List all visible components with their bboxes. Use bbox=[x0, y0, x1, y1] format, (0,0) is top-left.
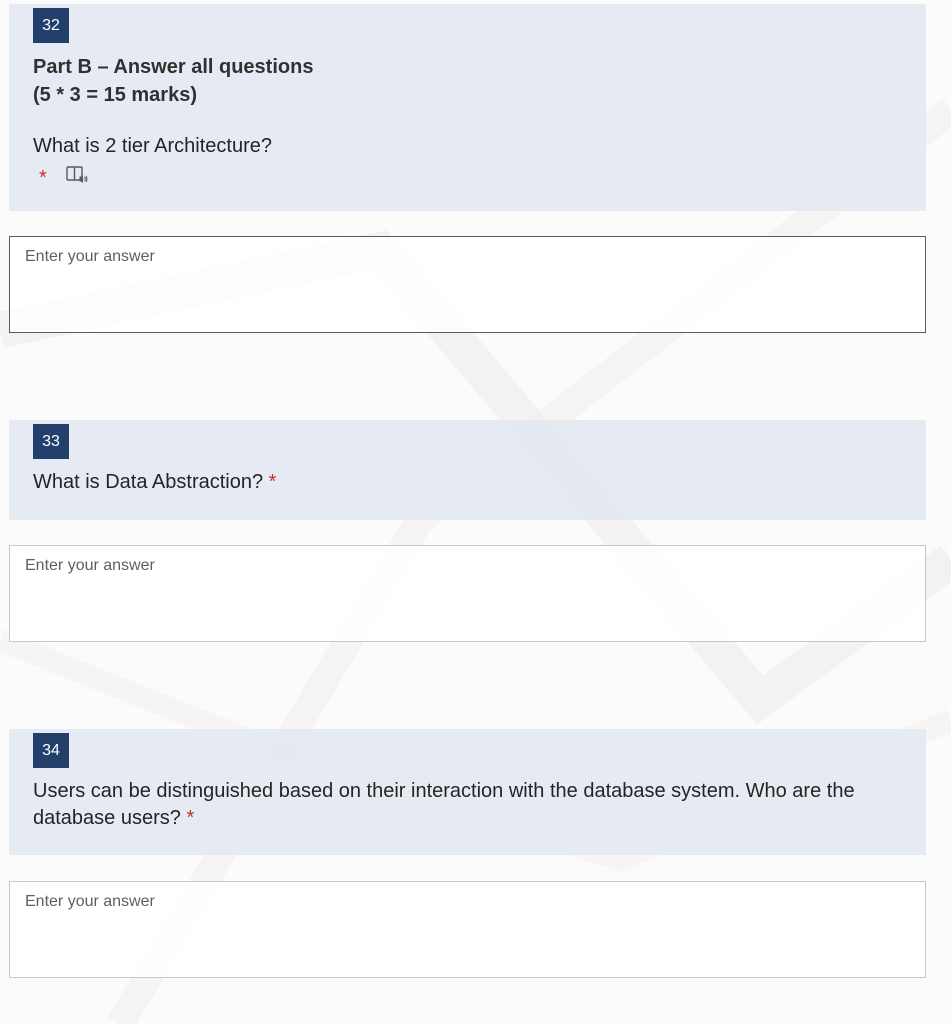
question-text: What is Data Abstraction? * bbox=[33, 469, 896, 496]
question-number-badge: 34 bbox=[33, 733, 69, 768]
question-text-label: What is Data Abstraction? bbox=[33, 471, 264, 493]
answer-input-33[interactable] bbox=[9, 545, 926, 642]
question-text-label: What is 2 tier Architecture? bbox=[33, 135, 272, 157]
section-title: Part B – Answer all questions bbox=[33, 56, 314, 78]
answer-input-32[interactable] bbox=[9, 236, 926, 333]
immersive-reader-icon[interactable] bbox=[65, 164, 89, 191]
question-text-label: Users can be distinguished based on thei… bbox=[33, 780, 855, 829]
required-marker: * bbox=[186, 807, 195, 829]
question-number-badge: 32 bbox=[33, 8, 69, 43]
question-card-34: 34 Users can be distinguished based on t… bbox=[9, 729, 926, 855]
question-text: What is 2 tier Architecture? bbox=[33, 133, 896, 160]
question-card-32: 32 Part B – Answer all questions (5 * 3 … bbox=[9, 4, 926, 211]
required-marker: * bbox=[268, 471, 277, 493]
question-card-33: 33 What is Data Abstraction? * bbox=[9, 420, 926, 520]
section-marks: (5 * 3 = 15 marks) bbox=[33, 84, 197, 106]
question-number-badge: 33 bbox=[33, 424, 69, 459]
question-text: Users can be distinguished based on thei… bbox=[33, 778, 896, 832]
answer-input-34[interactable] bbox=[9, 881, 926, 978]
question-meta-row: * bbox=[39, 164, 89, 191]
required-marker: * bbox=[39, 166, 47, 189]
